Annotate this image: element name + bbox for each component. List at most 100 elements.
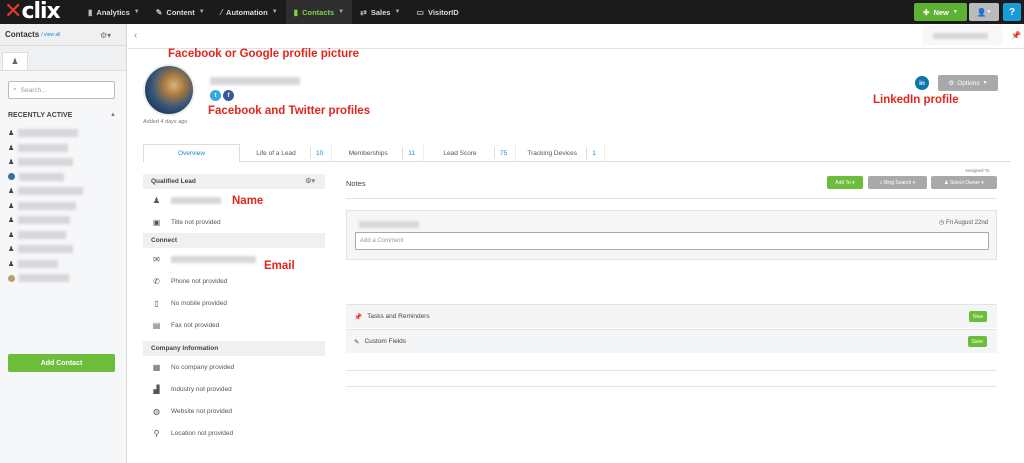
gear-icon[interactable]: ⚙▾ bbox=[100, 31, 111, 40]
caret-down-icon: ▼ bbox=[952, 9, 958, 15]
twitter-icon[interactable]: t bbox=[210, 90, 221, 101]
briefcase-icon: ▣ bbox=[152, 217, 161, 227]
name-row: ♟ bbox=[143, 189, 325, 211]
building-icon: ▦ bbox=[152, 362, 161, 372]
notes-title: Notes bbox=[346, 179, 366, 188]
title-row[interactable]: ▣ Title not provided bbox=[143, 211, 325, 233]
caret-down-icon: ▾ bbox=[981, 179, 984, 186]
caret-down-icon: ▼ bbox=[198, 9, 205, 15]
gear-icon[interactable]: ⚙▾ bbox=[305, 177, 315, 185]
recently-active-heading: RECENTLY ACTIVE bbox=[8, 112, 73, 119]
list-item[interactable]: ♟ bbox=[8, 155, 118, 170]
social-profiles: t f bbox=[210, 90, 234, 101]
contact-details-column: Qualified Lead ⚙▾ ♟ ▣ Title not provided C… bbox=[143, 174, 325, 444]
facebook-icon[interactable]: f bbox=[223, 90, 234, 101]
nav-automation[interactable]: ⁄ Automation ▼ bbox=[213, 0, 286, 24]
user-icon: ♟ bbox=[8, 217, 15, 225]
user-icon: ♟ bbox=[8, 202, 15, 210]
list-item[interactable]: ♟ bbox=[8, 199, 118, 214]
location-row[interactable]: ⚲ Location not provided bbox=[143, 422, 325, 444]
website-row[interactable]: ◍ Website not provided bbox=[143, 400, 325, 422]
user-icon: ♟ bbox=[8, 130, 15, 138]
save-custom-fields-button[interactable]: Save bbox=[967, 336, 987, 347]
nav-visitorid[interactable]: ▭ VisitorID bbox=[408, 0, 466, 24]
nav-contacts[interactable]: ▮ Contacts ▼ bbox=[285, 0, 353, 24]
contact-tabs: Overview Life of a Lead 10 Memberships 11 … bbox=[143, 144, 1011, 163]
user-icon: ♟ bbox=[8, 159, 15, 167]
phone-icon: ✆ bbox=[153, 276, 160, 286]
added-date: Added 4 days ago bbox=[143, 119, 188, 125]
collapse-sidebar-icon[interactable]: ‹ bbox=[134, 30, 137, 41]
list-item[interactable]: ♟ bbox=[8, 242, 118, 257]
avatar bbox=[8, 274, 15, 282]
user-icon: ♟ bbox=[8, 144, 15, 152]
tab-contacts[interactable]: ♟ bbox=[2, 52, 28, 70]
bar-chart-icon: ▮ bbox=[88, 7, 93, 17]
mobile-row[interactable]: ▯ No mobile provided bbox=[143, 292, 325, 314]
gear-icon: ⚙ bbox=[948, 80, 955, 87]
tab-lead-score[interactable]: Lead Score 75 bbox=[424, 144, 517, 162]
comment-input[interactable]: Add a Comment bbox=[355, 232, 989, 250]
list-item[interactable]: ♟ bbox=[8, 184, 118, 199]
add-contact-button[interactable]: Add Contact bbox=[8, 354, 115, 372]
list-item[interactable]: ♟ bbox=[8, 126, 118, 141]
list-item[interactable]: ♟ bbox=[8, 213, 118, 228]
search-icon: ⌕ bbox=[13, 86, 17, 93]
new-task-button[interactable]: New bbox=[968, 311, 987, 322]
id-card-icon: ▭ bbox=[416, 7, 424, 17]
user-icon: ♟ bbox=[8, 260, 15, 268]
assigned-to-label: Assigned To bbox=[965, 168, 990, 173]
note-author bbox=[359, 221, 419, 228]
connect-header: Connect bbox=[143, 233, 325, 248]
select-owner-button[interactable]: ♟ Select Owner ▾ bbox=[931, 176, 997, 189]
nav-content[interactable]: ✎ Content ▼ bbox=[148, 0, 213, 24]
annotation-picture: Facebook or Google profile picture bbox=[168, 48, 360, 60]
chevron-up-icon[interactable]: ▲ bbox=[110, 112, 116, 118]
view-all-link[interactable]: / view all bbox=[41, 32, 60, 38]
contacts-sidebar: Contacts / view all ⚙▾ ♟ ⌕ Search... RECE… bbox=[0, 24, 127, 463]
fax-row[interactable]: ▤ Fax not provided bbox=[143, 314, 325, 336]
list-item[interactable]: ♟ bbox=[8, 141, 118, 156]
contact-name-header bbox=[210, 77, 300, 85]
pencil-icon: ✎ bbox=[354, 338, 360, 346]
nav-sales[interactable]: ⇄ Sales ▼ bbox=[352, 0, 408, 24]
clix-logo[interactable]: ✕clix bbox=[4, 1, 66, 23]
tab-life-of-a-lead[interactable]: Life of a Lead 10 bbox=[240, 144, 333, 162]
linkedin-icon[interactable]: in bbox=[915, 76, 929, 90]
user-icon: ♟ bbox=[152, 195, 161, 205]
caret-down-icon: ▼ bbox=[338, 9, 345, 15]
list-item[interactable]: ♟ bbox=[8, 228, 118, 243]
list-item[interactable] bbox=[8, 170, 118, 185]
handshake-icon: ⇄ bbox=[360, 7, 367, 17]
help-button[interactable]: ? bbox=[1003, 3, 1021, 21]
qualified-lead-header: Qualified Lead ⚙▾ bbox=[143, 174, 325, 189]
search-input[interactable]: ⌕ Search... bbox=[8, 81, 115, 99]
nav-analytics[interactable]: ▮ Analytics ▼ bbox=[80, 0, 148, 24]
caret-down-icon: ▾ bbox=[852, 179, 855, 186]
add-to-button[interactable]: Add To ▾ bbox=[827, 176, 863, 189]
caret-down-icon: ▼ bbox=[394, 9, 401, 15]
options-button[interactable]: ⚙ Options ▼ bbox=[938, 75, 998, 91]
company-row[interactable]: ▦ No company provided bbox=[143, 356, 325, 378]
new-button[interactable]: ✚ New ▼ bbox=[914, 3, 967, 21]
pin-icon[interactable]: 📌 bbox=[1011, 31, 1021, 40]
user-menu-button[interactable]: 👤 ▼ bbox=[969, 3, 999, 21]
sidebar-title: Contacts bbox=[5, 30, 40, 39]
company-info-header: Company Information bbox=[143, 341, 325, 356]
annotation-social: Facebook and Twitter profiles bbox=[208, 105, 371, 117]
contacts-icon: ▮ bbox=[293, 7, 299, 17]
tab-tracking-devices[interactable]: Tracking Devices 1 bbox=[516, 144, 605, 162]
tab-overview[interactable]: Overview bbox=[143, 144, 240, 163]
factory-icon: ▟ bbox=[153, 384, 160, 394]
bing-search-button[interactable]: ⌕ Bing Search ▾ bbox=[868, 176, 927, 189]
user-icon: ♟ bbox=[8, 231, 15, 239]
list-item[interactable] bbox=[8, 271, 118, 286]
custom-fields-panel[interactable]: ✎ Custom Fields Save bbox=[346, 329, 997, 353]
phone-row[interactable]: ✆ Phone not provided bbox=[143, 270, 325, 292]
page-header-box bbox=[923, 25, 1003, 45]
email-row[interactable]: ✉ bbox=[143, 248, 325, 270]
industry-row[interactable]: ▟ Industry not provided bbox=[143, 378, 325, 400]
tasks-panel[interactable]: 📌 Tasks and Reminders New bbox=[346, 304, 997, 328]
list-item[interactable]: ♟ bbox=[8, 257, 118, 272]
tab-memberships[interactable]: Memberships 11 bbox=[332, 144, 424, 162]
